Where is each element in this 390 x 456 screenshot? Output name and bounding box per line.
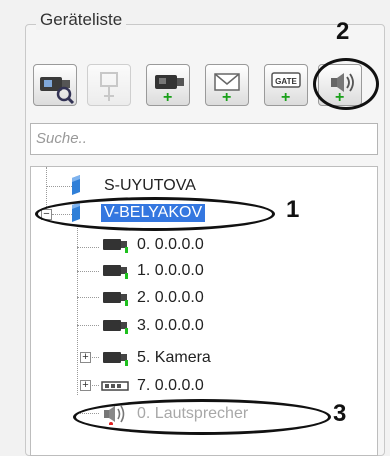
highlight-ellipse-speaker-node <box>73 399 331 435</box>
tree-node-label: S-UYUTOVA <box>104 177 196 194</box>
tree-node-label: 7. 0.0.0.0 <box>137 377 204 394</box>
callout-2: 2 <box>336 18 350 45</box>
camera-view-button[interactable] <box>33 64 77 106</box>
expand-toggle[interactable]: + <box>80 380 91 391</box>
tree-guide-line <box>77 325 99 326</box>
callout-3: 3 <box>333 400 347 427</box>
expand-toggle[interactable]: + <box>80 352 91 363</box>
board-icon <box>101 379 131 398</box>
add-generic-device-button[interactable] <box>87 64 131 106</box>
camera-icon <box>101 317 131 340</box>
plus-badge: + <box>281 89 291 106</box>
add-camera-button[interactable]: + <box>146 64 190 106</box>
tree-node-label: 0. 0.0.0.0 <box>137 236 204 253</box>
tree-node-label: 2. 0.0.0.0 <box>137 289 204 306</box>
tree-guide-line <box>77 297 99 298</box>
callout-1: 1 <box>286 196 300 223</box>
highlight-ellipse-server <box>35 197 275 231</box>
tree-guide-line <box>77 225 78 395</box>
camera-icon <box>101 236 131 259</box>
device-tree: S-UYUTOVA − V-BELYAKOV 0. 0.0.0.0 1. 0.0… <box>30 166 378 456</box>
tree-node-label: 5. Kamera <box>137 349 211 366</box>
camera-icon <box>101 289 131 312</box>
server-icon <box>69 175 83 200</box>
search-input[interactable]: Suche.. <box>30 123 378 155</box>
plus-badge: + <box>163 89 173 106</box>
gate-text: GATE <box>275 77 297 86</box>
plus-badge: + <box>222 89 232 106</box>
highlight-ellipse-speaker-button <box>313 58 379 110</box>
camera-icon <box>101 262 131 285</box>
add-message-button[interactable]: + <box>205 64 249 106</box>
tree-node-label: 1. 0.0.0.0 <box>137 262 204 279</box>
panel-title: Geräteliste <box>36 10 127 30</box>
camera-icon <box>101 349 131 372</box>
tree-guide-line <box>77 247 99 248</box>
tree-node-label: 3. 0.0.0.0 <box>137 317 204 334</box>
tree-guide-line <box>77 271 99 272</box>
add-gate-button[interactable]: GATE + <box>264 64 308 106</box>
